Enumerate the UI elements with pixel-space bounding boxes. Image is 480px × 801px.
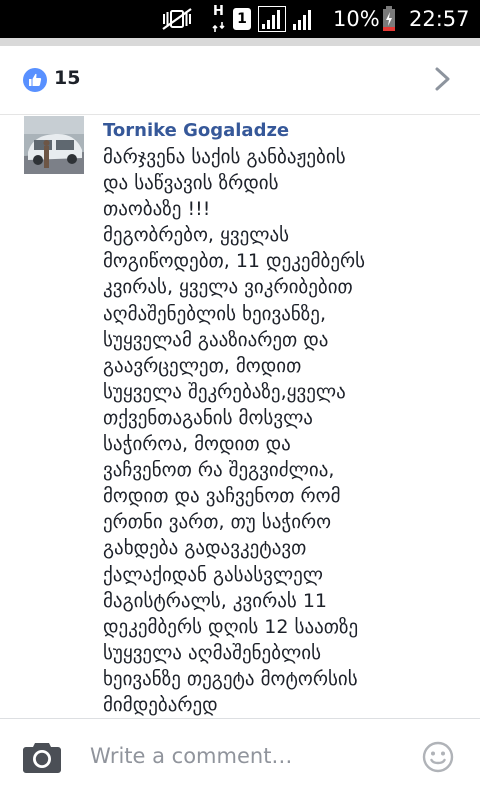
chevron-right-icon[interactable] <box>432 66 454 96</box>
avatar[interactable] <box>24 116 84 174</box>
battery-percent: 10% <box>333 7 380 31</box>
signal-strength-icon <box>292 0 316 38</box>
vibrate-mute-icon <box>160 0 194 38</box>
sim-slot-icon: 1 <box>233 0 251 38</box>
comment-input[interactable]: Write a comment… <box>90 744 292 768</box>
camera-icon[interactable] <box>23 741 61 777</box>
comment-text: მარჯვენა საქის განბაჟების და საწვავის ზრ… <box>103 146 366 716</box>
header-divider <box>0 114 480 115</box>
comment-author[interactable]: Tornike Gogaladze <box>103 120 289 141</box>
network-type-icon: H <box>212 0 226 38</box>
like-count[interactable]: 15 <box>54 67 80 89</box>
battery-icon <box>382 0 396 38</box>
clock: 22:57 <box>409 7 470 31</box>
thumbs-up-icon <box>23 68 47 92</box>
smiley-icon[interactable] <box>422 741 454 777</box>
status-bar: H 1 10% 22:57 <box>0 0 480 38</box>
signal-strength-icon <box>258 0 286 38</box>
network-type-label: H <box>213 4 224 19</box>
sheet-top-edge <box>0 38 480 46</box>
sim-slot-label: 1 <box>237 11 247 27</box>
